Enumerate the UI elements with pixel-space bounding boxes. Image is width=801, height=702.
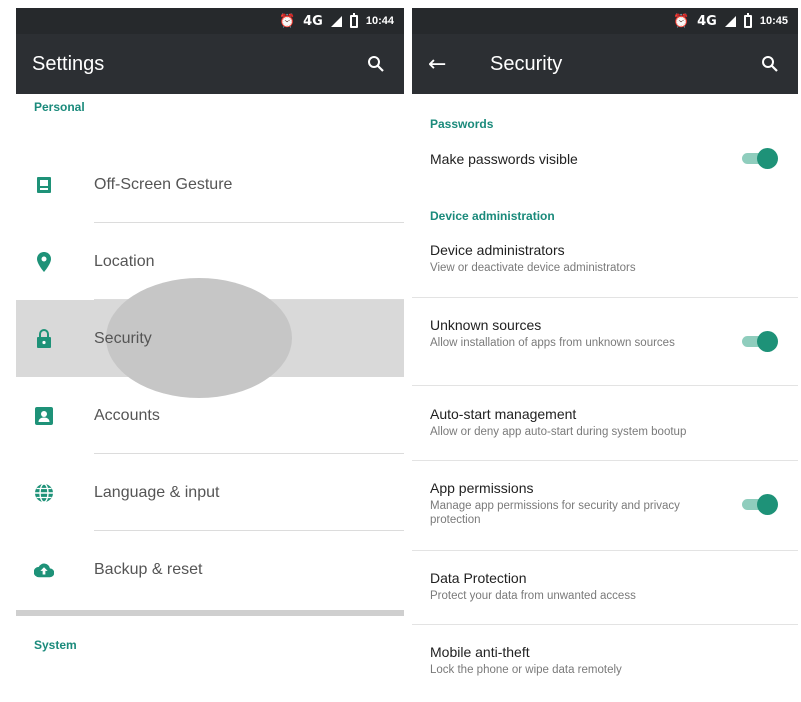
divider <box>412 297 798 298</box>
app-bar: Settings <box>16 34 404 94</box>
pref-summary: Allow installation of apps from unknown … <box>430 337 675 349</box>
search-icon[interactable] <box>758 52 782 76</box>
pref-auto-start-management[interactable]: Auto-start management Allow or deny app … <box>412 406 798 439</box>
divider <box>412 550 798 551</box>
menu-item-label: Off-Screen Gesture <box>94 175 233 193</box>
status-bar: ⏰ 4G 10:44 <box>16 8 404 34</box>
battery-icon <box>743 12 752 28</box>
pref-mobile-anti-theft[interactable]: Mobile anti-theft Lock the phone or wipe… <box>412 644 798 677</box>
globe-icon <box>34 482 54 503</box>
account-icon <box>34 406 54 426</box>
location-pin-icon <box>34 251 54 272</box>
section-device-administration: Device administration <box>430 209 555 223</box>
toggle-thumb <box>757 331 778 352</box>
section-personal: Personal <box>34 100 85 114</box>
menu-item-off-screen-gesture[interactable]: Off-Screen Gesture <box>16 146 404 223</box>
menu-item-language-input[interactable]: Language & input <box>16 454 404 531</box>
menu-item-security[interactable]: Security <box>16 278 404 398</box>
pref-title: Auto-start management <box>430 406 577 422</box>
status-bar: ⏰ 4G 10:45 <box>412 8 798 34</box>
menu-item-label: Accounts <box>94 406 160 424</box>
pref-title: Device administrators <box>430 242 565 258</box>
status-time: 10:45 <box>759 15 788 27</box>
app-bar: ← Security <box>412 34 798 94</box>
pref-title: Mobile anti-theft <box>430 644 530 660</box>
signal-icon <box>724 15 736 27</box>
cloud-upload-icon <box>34 560 54 580</box>
menu-item-backup-reset[interactable]: Backup & reset <box>16 531 404 608</box>
menu-item-label: Location <box>94 252 155 270</box>
settings-screen: ⏰ 4G 10:44 Settings Personal Off-Screen … <box>16 8 404 698</box>
toggle-make-passwords-visible[interactable] <box>740 147 778 169</box>
pref-summary: Allow or deny app auto-start during syst… <box>430 426 687 438</box>
signal-icon <box>330 15 342 27</box>
toggle-thumb <box>757 494 778 515</box>
pref-summary: View or deactivate device administrators <box>430 262 636 274</box>
divider <box>412 385 798 386</box>
divider <box>412 624 798 625</box>
network-type: 4G <box>697 13 717 29</box>
pref-title: Unknown sources <box>430 317 542 333</box>
section-system: System <box>34 638 77 652</box>
pref-title: Make passwords visible <box>430 151 578 167</box>
page-title: Security <box>490 52 563 75</box>
pref-title: App permissions <box>430 480 534 496</box>
lock-icon <box>34 328 54 349</box>
page-title: Settings <box>32 52 105 75</box>
alarm-icon: ⏰ <box>672 13 690 29</box>
section-divider <box>16 610 404 616</box>
pref-title: Data Protection <box>430 570 527 586</box>
toggle-thumb <box>757 148 778 169</box>
menu-item-label: Security <box>94 329 152 347</box>
network-type: 4G <box>303 13 323 29</box>
toggle-app-permissions[interactable] <box>740 493 778 515</box>
pref-data-protection[interactable]: Data Protection Protect your data from u… <box>412 570 798 603</box>
menu-item-accounts[interactable]: Accounts <box>16 377 404 454</box>
menu-item-label: Language & input <box>94 483 220 501</box>
status-time: 10:44 <box>365 15 394 27</box>
section-passwords: Passwords <box>430 117 494 131</box>
security-screen: ⏰ 4G 10:45 ← Security Passwords Make pas… <box>412 8 798 698</box>
search-icon[interactable] <box>364 52 388 76</box>
pref-summary: Lock the phone or wipe data remotely <box>430 664 622 676</box>
toggle-unknown-sources[interactable] <box>740 330 778 352</box>
back-arrow-icon[interactable]: ← <box>428 52 468 77</box>
divider <box>412 460 798 461</box>
alarm-icon: ⏰ <box>278 13 296 29</box>
menu-item-label: Backup & reset <box>94 560 203 578</box>
battery-icon <box>349 12 358 28</box>
pref-summary: Manage app permissions for security and … <box>430 500 680 526</box>
pref-summary: Protect your data from unwanted access <box>430 590 636 602</box>
pref-device-administrators[interactable]: Device administrators View or deactivate… <box>412 242 798 275</box>
gesture-icon <box>34 175 54 195</box>
